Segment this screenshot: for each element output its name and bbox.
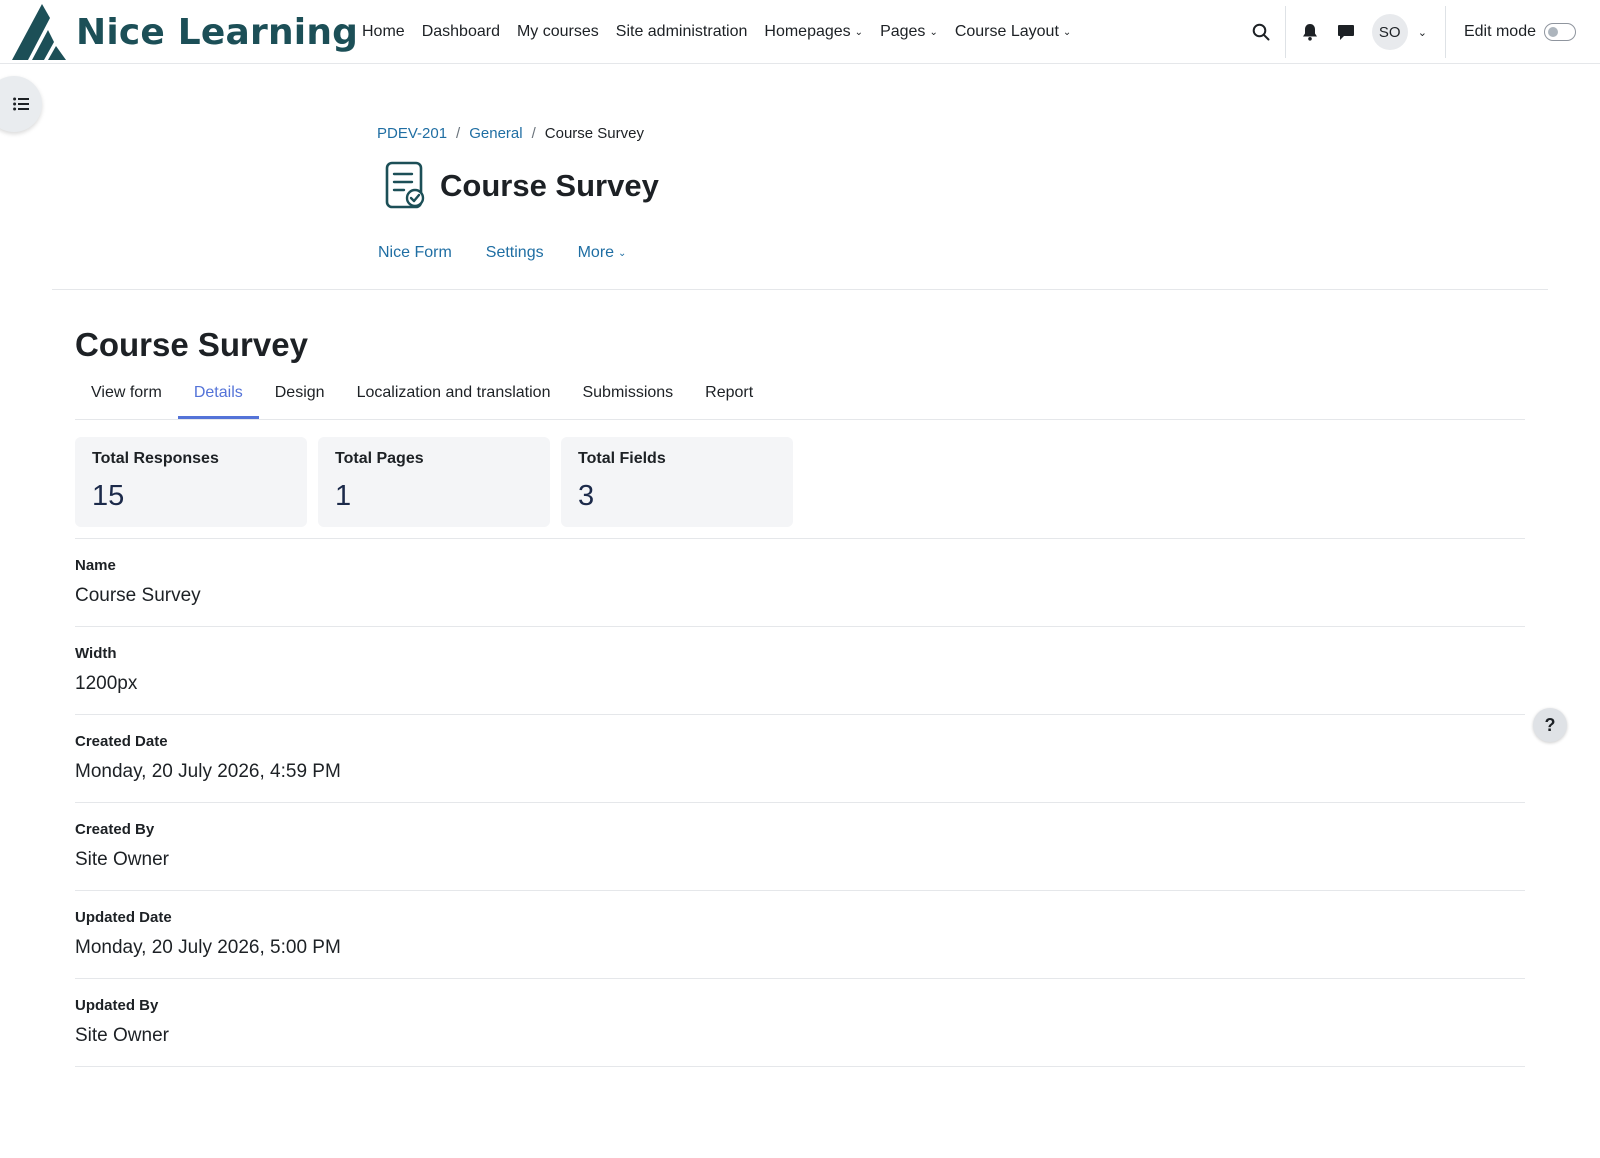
nav-homepages-dropdown[interactable]: Homepages ⌄ <box>764 23 863 41</box>
detail-label: Name <box>75 557 116 574</box>
chevron-down-icon: ⌄ <box>854 26 864 38</box>
detail-label: Width <box>75 645 117 662</box>
detail-label: Updated Date <box>75 909 172 926</box>
stat-label: Total Fields <box>578 450 666 467</box>
page-heading: Course Survey <box>384 160 659 212</box>
nav-pages-label: Pages <box>880 23 926 40</box>
detail-value: Site Owner <box>75 849 169 870</box>
detail-row-width: Width 1200px <box>75 627 1525 715</box>
chat-icon <box>1337 24 1354 40</box>
stat-value: 15 <box>92 480 125 512</box>
navbar-divider <box>1284 6 1286 58</box>
bell-icon <box>1302 24 1317 41</box>
search-icon <box>1252 23 1270 41</box>
page-title: Course Survey <box>440 168 659 203</box>
stat-value: 3 <box>578 480 595 512</box>
detail-label: Created Date <box>75 733 168 750</box>
detail-row-updated-by: Updated By Site Owner <box>75 979 1525 1067</box>
detail-row-created-date: Created Date Monday, 20 July 2026, 4:59 … <box>75 715 1525 803</box>
tab-submissions[interactable]: Submissions <box>566 372 689 419</box>
detail-value: 1200px <box>75 673 138 694</box>
list-icon <box>13 97 29 111</box>
stat-value: 1 <box>335 480 352 512</box>
user-avatar[interactable]: SO <box>1371 14 1408 50</box>
stat-label: Total Responses <box>92 450 219 467</box>
details-list: Name Course Survey Width 1200px Created … <box>75 539 1525 1067</box>
chevron-down-icon: ⌄ <box>618 247 627 259</box>
navbar-actions: SO ⌄ Edit mode <box>1243 0 1600 64</box>
brand-name: Nice Learning <box>76 11 359 53</box>
tab-view-form[interactable]: View form <box>75 372 178 419</box>
stat-card-total-pages: Total Pages 1 <box>318 437 550 527</box>
nav-dashboard[interactable]: Dashboard <box>422 23 500 41</box>
detail-value: Monday, 20 July 2026, 5:00 PM <box>75 937 341 958</box>
toggle-knob <box>1548 27 1558 37</box>
nav-course-layout-dropdown[interactable]: Course Layout ⌄ <box>955 23 1071 41</box>
stat-label: Total Pages <box>335 450 424 467</box>
nav-my-courses[interactable]: My courses <box>517 23 599 41</box>
nav-homepages-label: Homepages <box>764 23 851 40</box>
secondary-nav-more-dropdown[interactable]: More ⌄ <box>578 244 627 262</box>
tab-design[interactable]: Design <box>259 372 341 419</box>
chevron-down-icon: ⌄ <box>929 26 938 38</box>
brand-mark-icon <box>12 4 66 60</box>
breadcrumb: PDEV-201 / General / Course Survey <box>377 125 644 142</box>
nav-home[interactable]: Home <box>362 23 405 41</box>
search-button[interactable] <box>1243 14 1279 50</box>
secondary-navigation: Nice Form Settings More ⌄ <box>378 244 660 262</box>
tab-localization[interactable]: Localization and translation <box>341 372 567 419</box>
secondary-nav-more-label: More <box>577 244 615 261</box>
secondary-nav-nice-form[interactable]: Nice Form <box>378 244 452 262</box>
detail-row-name: Name Course Survey <box>75 539 1525 627</box>
stat-card-total-fields: Total Fields 3 <box>561 437 793 527</box>
detail-label: Created By <box>75 821 155 838</box>
tab-details[interactable]: Details <box>177 372 259 419</box>
edit-mode-toggle[interactable] <box>1544 23 1576 41</box>
edit-mode-switch[interactable]: Edit mode <box>1464 23 1576 41</box>
detail-row-created-by: Created By Site Owner <box>75 803 1525 891</box>
top-navbar: Nice Learning Home Dashboard My courses … <box>0 0 1600 64</box>
primary-navigation: Home Dashboard My courses Site administr… <box>362 0 1088 64</box>
help-button[interactable]: ? <box>1533 708 1567 742</box>
detail-value: Monday, 20 July 2026, 4:59 PM <box>75 761 341 782</box>
edit-mode-label: Edit mode <box>1463 23 1536 40</box>
detail-value: Site Owner <box>75 1025 169 1046</box>
detail-value: Course Survey <box>75 585 201 606</box>
nav-pages-dropdown[interactable]: Pages ⌄ <box>880 23 938 41</box>
header-divider <box>52 289 1548 290</box>
breadcrumb-separator: / <box>531 125 536 142</box>
stats-cards: Total Responses 15 Total Pages 1 Total F… <box>75 437 804 527</box>
breadcrumb-section-link[interactable]: General <box>469 125 522 142</box>
detail-label: Updated By <box>75 997 159 1014</box>
breadcrumb-separator: / <box>456 125 461 142</box>
secondary-nav-settings[interactable]: Settings <box>486 244 544 262</box>
navbar-divider <box>1444 6 1446 58</box>
course-index-toggle[interactable] <box>0 76 42 132</box>
messages-button[interactable] <box>1328 14 1364 50</box>
detail-row-updated-date: Updated Date Monday, 20 July 2026, 5:00 … <box>75 891 1525 979</box>
chevron-down-icon: ⌄ <box>1062 26 1072 38</box>
breadcrumb-course-link[interactable]: PDEV-201 <box>377 125 447 142</box>
content-title: Course Survey <box>75 326 308 363</box>
tab-report[interactable]: Report <box>689 372 769 419</box>
user-menu-chevron-down-icon[interactable]: ⌄ <box>1418 26 1427 39</box>
survey-document-icon <box>385 161 425 209</box>
nav-course-layout-label: Course Layout <box>954 23 1059 40</box>
brand-logo[interactable]: Nice Learning <box>12 4 358 60</box>
notifications-button[interactable] <box>1292 14 1328 50</box>
breadcrumb-current: Course Survey <box>544 125 644 142</box>
stat-card-total-responses: Total Responses 15 <box>75 437 307 527</box>
form-tabs: View form Details Design Localization an… <box>75 372 1525 420</box>
nav-site-administration[interactable]: Site administration <box>616 23 748 41</box>
